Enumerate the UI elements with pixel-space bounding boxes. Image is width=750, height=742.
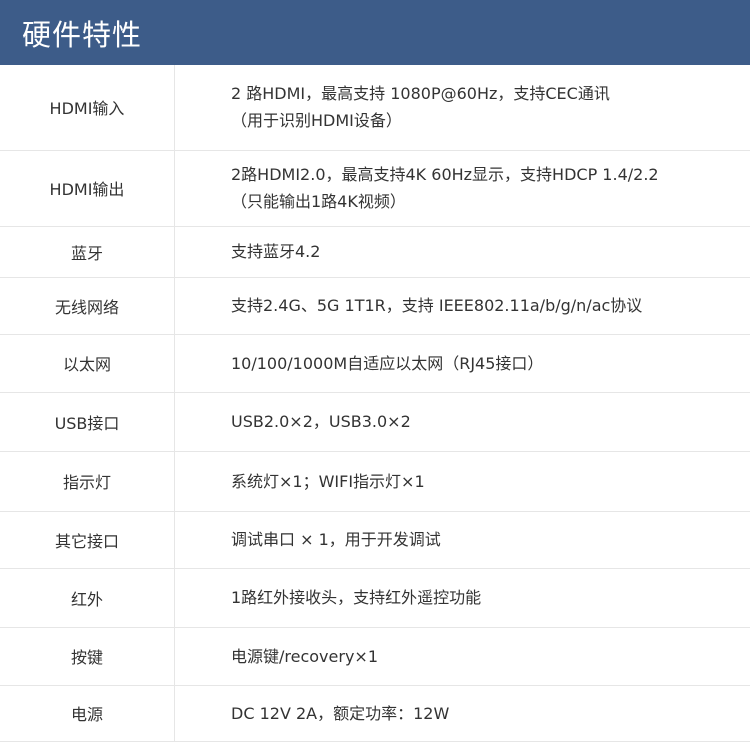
- table-row: 以太网 10/100/1000M自适应以太网（RJ45接口）: [0, 334, 750, 392]
- row-value: 支持2.4G、5G 1T1R，支持 IEEE802.11a/b/g/n/ac协议: [175, 277, 750, 334]
- row-value: 调试串口 × 1，用于开发调试: [175, 511, 750, 568]
- table-row: 其它接口 调试串口 × 1，用于开发调试: [0, 511, 750, 568]
- row-value-line: DC 12V 2A，额定功率：12W: [231, 700, 750, 727]
- section-header: 硬件特性: [0, 0, 750, 65]
- table-row: 无线网络 支持2.4G、5G 1T1R，支持 IEEE802.11a/b/g/n…: [0, 277, 750, 334]
- row-value-line: 系统灯×1；WIFI指示灯×1: [231, 468, 750, 495]
- row-value-line: 电源键/recovery×1: [231, 643, 750, 670]
- row-value: 2 路HDMI，最高支持 1080P@60Hz，支持CEC通讯 （用于识别HDM…: [175, 65, 750, 150]
- row-label: 指示灯: [0, 451, 175, 511]
- row-value-line: 1路红外接收头，支持红外遥控功能: [231, 584, 750, 611]
- row-value-line: 2 路HDMI，最高支持 1080P@60Hz，支持CEC通讯: [231, 80, 750, 107]
- row-label: 红外: [0, 568, 175, 627]
- row-value: DC 12V 2A，额定功率：12W: [175, 685, 750, 741]
- section-title: 硬件特性: [22, 12, 142, 54]
- row-label: USB接口: [0, 392, 175, 451]
- table-row: 蓝牙 支持蓝牙4.2: [0, 226, 750, 277]
- row-value: 电源键/recovery×1: [175, 627, 750, 685]
- row-value-line: （只能输出1路4K视频）: [231, 188, 750, 215]
- hardware-spec-page: 硬件特性 HDMI输入 2 路HDMI，最高支持 1080P@60Hz，支持CE…: [0, 0, 750, 741]
- table-row: 指示灯 系统灯×1；WIFI指示灯×1: [0, 451, 750, 511]
- row-value-line: （用于识别HDMI设备）: [231, 107, 750, 134]
- row-label: 蓝牙: [0, 226, 175, 277]
- row-value-line: USB2.0×2，USB3.0×2: [231, 408, 750, 435]
- row-value-line: 调试串口 × 1，用于开发调试: [231, 526, 750, 553]
- row-value-line: 2路HDMI2.0，最高支持4K 60Hz显示，支持HDCP 1.4/2.2: [231, 161, 750, 188]
- row-label: 以太网: [0, 334, 175, 392]
- table-row: 电源 DC 12V 2A，额定功率：12W: [0, 685, 750, 741]
- table-row: HDMI输出 2路HDMI2.0，最高支持4K 60Hz显示，支持HDCP 1.…: [0, 150, 750, 226]
- row-value-line: 10/100/1000M自适应以太网（RJ45接口）: [231, 350, 750, 377]
- row-value: 10/100/1000M自适应以太网（RJ45接口）: [175, 334, 750, 392]
- row-value: 系统灯×1；WIFI指示灯×1: [175, 451, 750, 511]
- row-label: 电源: [0, 685, 175, 741]
- row-label: 无线网络: [0, 277, 175, 334]
- row-value: USB2.0×2，USB3.0×2: [175, 392, 750, 451]
- row-value: 支持蓝牙4.2: [175, 226, 750, 277]
- table-row: HDMI输入 2 路HDMI，最高支持 1080P@60Hz，支持CEC通讯 （…: [0, 65, 750, 150]
- spec-table: HDMI输入 2 路HDMI，最高支持 1080P@60Hz，支持CEC通讯 （…: [0, 65, 750, 742]
- row-value-line: 支持蓝牙4.2: [231, 238, 750, 265]
- table-row: USB接口 USB2.0×2，USB3.0×2: [0, 392, 750, 451]
- row-value: 2路HDMI2.0，最高支持4K 60Hz显示，支持HDCP 1.4/2.2 （…: [175, 150, 750, 226]
- table-row: 按键 电源键/recovery×1: [0, 627, 750, 685]
- row-value: 1路红外接收头，支持红外遥控功能: [175, 568, 750, 627]
- table-row: 红外 1路红外接收头，支持红外遥控功能: [0, 568, 750, 627]
- row-label: HDMI输入: [0, 65, 175, 150]
- row-label: 按键: [0, 627, 175, 685]
- row-label: HDMI输出: [0, 150, 175, 226]
- row-label: 其它接口: [0, 511, 175, 568]
- row-value-line: 支持2.4G、5G 1T1R，支持 IEEE802.11a/b/g/n/ac协议: [231, 292, 750, 319]
